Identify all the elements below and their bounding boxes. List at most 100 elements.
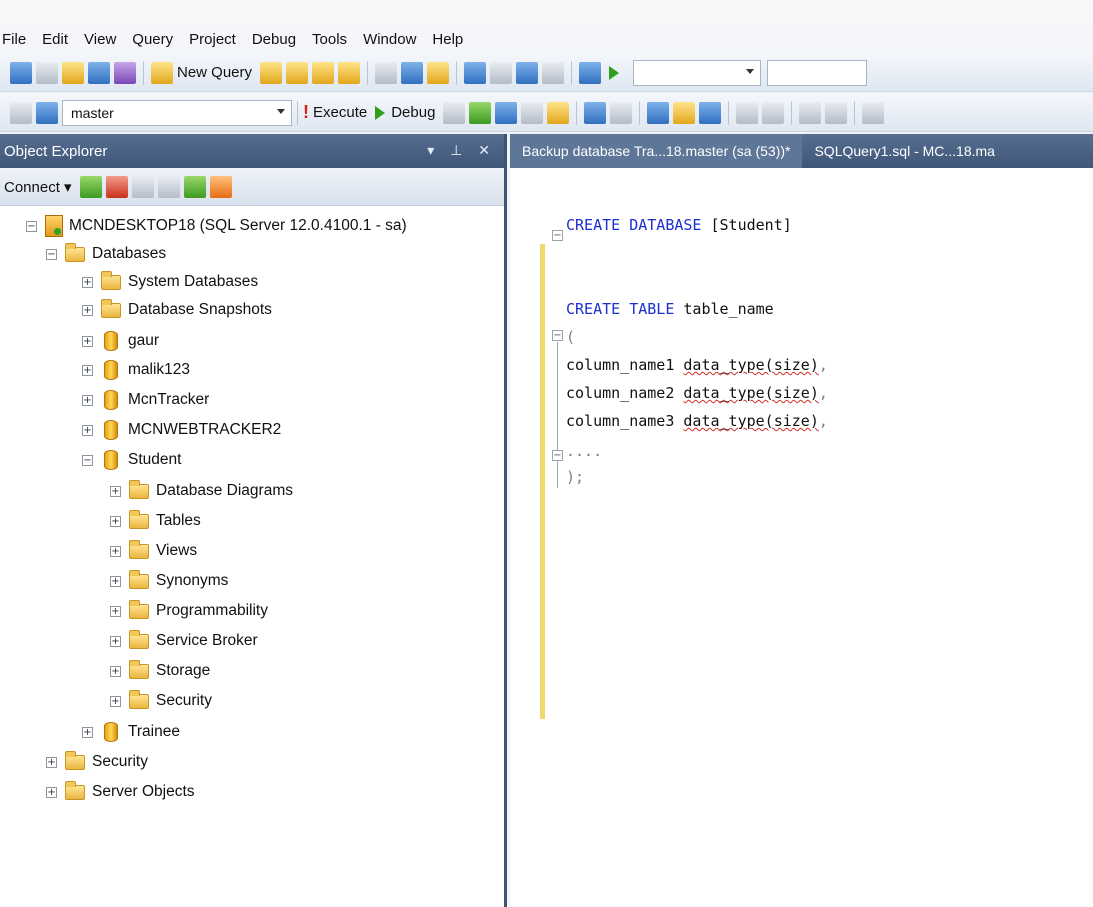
tab-backup-database[interactable]: Backup database Tra...18.master (sa (53)… xyxy=(510,134,803,168)
expand-icon[interactable]: + xyxy=(110,545,121,557)
tree-node-student-security[interactable]: + Security xyxy=(110,687,212,715)
open-file-icon[interactable] xyxy=(62,61,84,84)
tree-node-db-mcntracker[interactable]: + McnTracker xyxy=(82,386,209,414)
menu-query[interactable]: Query xyxy=(124,31,181,48)
save-all-icon[interactable] xyxy=(114,61,136,84)
menu-tools[interactable]: Tools xyxy=(304,31,355,48)
increase-indent-icon[interactable] xyxy=(825,101,848,124)
results-file-icon[interactable] xyxy=(699,101,722,124)
tree-node-database-diagrams[interactable]: + Database Diagrams xyxy=(110,477,293,505)
tree-node-tables[interactable]: + Tables xyxy=(110,507,201,535)
platform-combo[interactable] xyxy=(767,59,868,86)
expand-icon[interactable]: + xyxy=(82,726,93,738)
query-editor[interactable]: − CREATE DATABASE [Student] − CREATE TAB… xyxy=(510,168,1093,907)
add-item-icon[interactable] xyxy=(36,61,58,84)
expand-icon[interactable]: + xyxy=(46,756,57,768)
results-text-icon[interactable] xyxy=(647,101,670,124)
tree-node-programmability[interactable]: + Programmability xyxy=(110,597,268,625)
collapse-icon[interactable]: − xyxy=(552,230,563,241)
expand-icon[interactable]: + xyxy=(82,364,93,376)
tree-node-database-snapshots[interactable]: + Database Snapshots xyxy=(82,296,272,324)
tree-node-storage[interactable]: + Storage xyxy=(110,657,210,685)
tree-node-server[interactable]: − MCNDESKTOP18 (SQL Server 12.0.4100.1 -… xyxy=(26,212,407,240)
solution-config-combo[interactable] xyxy=(633,59,762,86)
query-db-engine-icon[interactable] xyxy=(260,61,283,84)
collapse-icon[interactable]: − xyxy=(26,220,37,232)
expand-icon[interactable]: + xyxy=(46,786,57,798)
undo-icon[interactable] xyxy=(464,61,487,84)
menu-view[interactable]: View xyxy=(76,31,124,48)
disconnect-icon[interactable] xyxy=(105,175,128,198)
expand-icon[interactable]: + xyxy=(82,276,93,288)
tree-node-views[interactable]: + Views xyxy=(110,537,197,565)
comment-icon[interactable] xyxy=(736,101,759,124)
tree-node-db-gaur[interactable]: + gaur xyxy=(82,327,159,355)
panel-controls[interactable]: ▾ ⊥ ✕ xyxy=(427,142,496,159)
tree-node-databases[interactable]: − Databases xyxy=(46,240,166,268)
tree-node-system-databases[interactable]: + System Databases xyxy=(82,268,258,296)
tree-node-service-broker[interactable]: + Service Broker xyxy=(110,627,258,655)
include-plan-icon[interactable] xyxy=(584,101,607,124)
new-project-icon[interactable] xyxy=(10,61,32,84)
start-debug-icon[interactable] xyxy=(609,65,620,80)
window-icon[interactable] xyxy=(542,61,565,84)
new-query-icon[interactable] xyxy=(151,61,173,84)
debug-button[interactable]: Debug xyxy=(391,104,435,121)
stop-icon[interactable] xyxy=(131,175,154,198)
save-icon[interactable] xyxy=(88,61,110,84)
expand-icon[interactable]: + xyxy=(110,665,121,677)
client-stats-icon[interactable] xyxy=(610,101,633,124)
expand-icon[interactable]: + xyxy=(82,424,93,436)
tree-node-db-mcnwebtracker2[interactable]: + MCNWEBTRACKER2 xyxy=(82,416,281,444)
menu-edit[interactable]: Edit xyxy=(34,31,76,48)
uncomment-icon[interactable] xyxy=(762,101,785,124)
copy-icon[interactable] xyxy=(401,61,424,84)
expand-icon[interactable]: + xyxy=(82,335,93,347)
menu-project[interactable]: Project xyxy=(181,31,244,48)
debug-play-icon[interactable] xyxy=(375,105,386,120)
tree-node-security[interactable]: + Security xyxy=(46,748,148,776)
cancel-query-icon[interactable] xyxy=(443,101,466,124)
paste-icon[interactable] xyxy=(427,61,450,84)
change-connection-icon[interactable] xyxy=(36,101,58,124)
menu-debug[interactable]: Debug xyxy=(244,31,304,48)
refresh-icon[interactable] xyxy=(183,175,206,198)
activity-monitor-icon[interactable] xyxy=(579,61,602,84)
expand-icon[interactable]: + xyxy=(110,605,121,617)
cut-icon[interactable] xyxy=(375,61,398,84)
tree-node-server-objects[interactable]: + Server Objects xyxy=(46,778,195,806)
navigate-icon[interactable] xyxy=(516,61,539,84)
expand-icon[interactable]: + xyxy=(110,575,121,587)
display-plan-icon[interactable] xyxy=(495,101,518,124)
collapse-icon[interactable]: − xyxy=(552,330,563,341)
execute-icon[interactable]: ! xyxy=(303,102,309,123)
tree-node-db-trainee[interactable]: + Trainee xyxy=(82,718,180,746)
expand-icon[interactable]: + xyxy=(110,695,121,707)
menu-help[interactable]: Help xyxy=(424,31,471,48)
menu-file[interactable]: File xyxy=(2,31,34,48)
parse-icon[interactable] xyxy=(469,101,492,124)
connect-button[interactable]: Connect ▾ xyxy=(4,178,72,196)
activity-icon[interactable] xyxy=(209,175,232,198)
expand-icon[interactable]: + xyxy=(110,515,121,527)
connect-icon[interactable] xyxy=(10,101,32,124)
decrease-indent-icon[interactable] xyxy=(799,101,822,124)
tree-node-synonyms[interactable]: + Synonyms xyxy=(110,567,228,595)
tree-node-db-malik123[interactable]: + malik123 xyxy=(82,356,190,384)
execute-button[interactable]: Execute xyxy=(313,104,367,121)
results-grid-icon[interactable] xyxy=(673,101,696,124)
expand-icon[interactable]: + xyxy=(110,635,121,647)
database-select[interactable]: master xyxy=(62,99,292,126)
tree-node-db-student[interactable]: − Student xyxy=(82,446,181,474)
query-dmx-icon[interactable] xyxy=(338,61,361,84)
new-query-button[interactable]: New Query xyxy=(177,64,252,81)
collapse-icon[interactable]: − xyxy=(552,450,563,461)
intellisense-icon[interactable] xyxy=(547,101,570,124)
filter-icon[interactable] xyxy=(157,175,180,198)
expand-icon[interactable]: + xyxy=(82,394,93,406)
query-designer-icon[interactable] xyxy=(521,101,544,124)
expand-icon[interactable]: + xyxy=(82,304,93,316)
connect-object-icon[interactable] xyxy=(79,175,102,198)
specify-values-icon[interactable] xyxy=(862,101,885,124)
menu-window[interactable]: Window xyxy=(355,31,424,48)
